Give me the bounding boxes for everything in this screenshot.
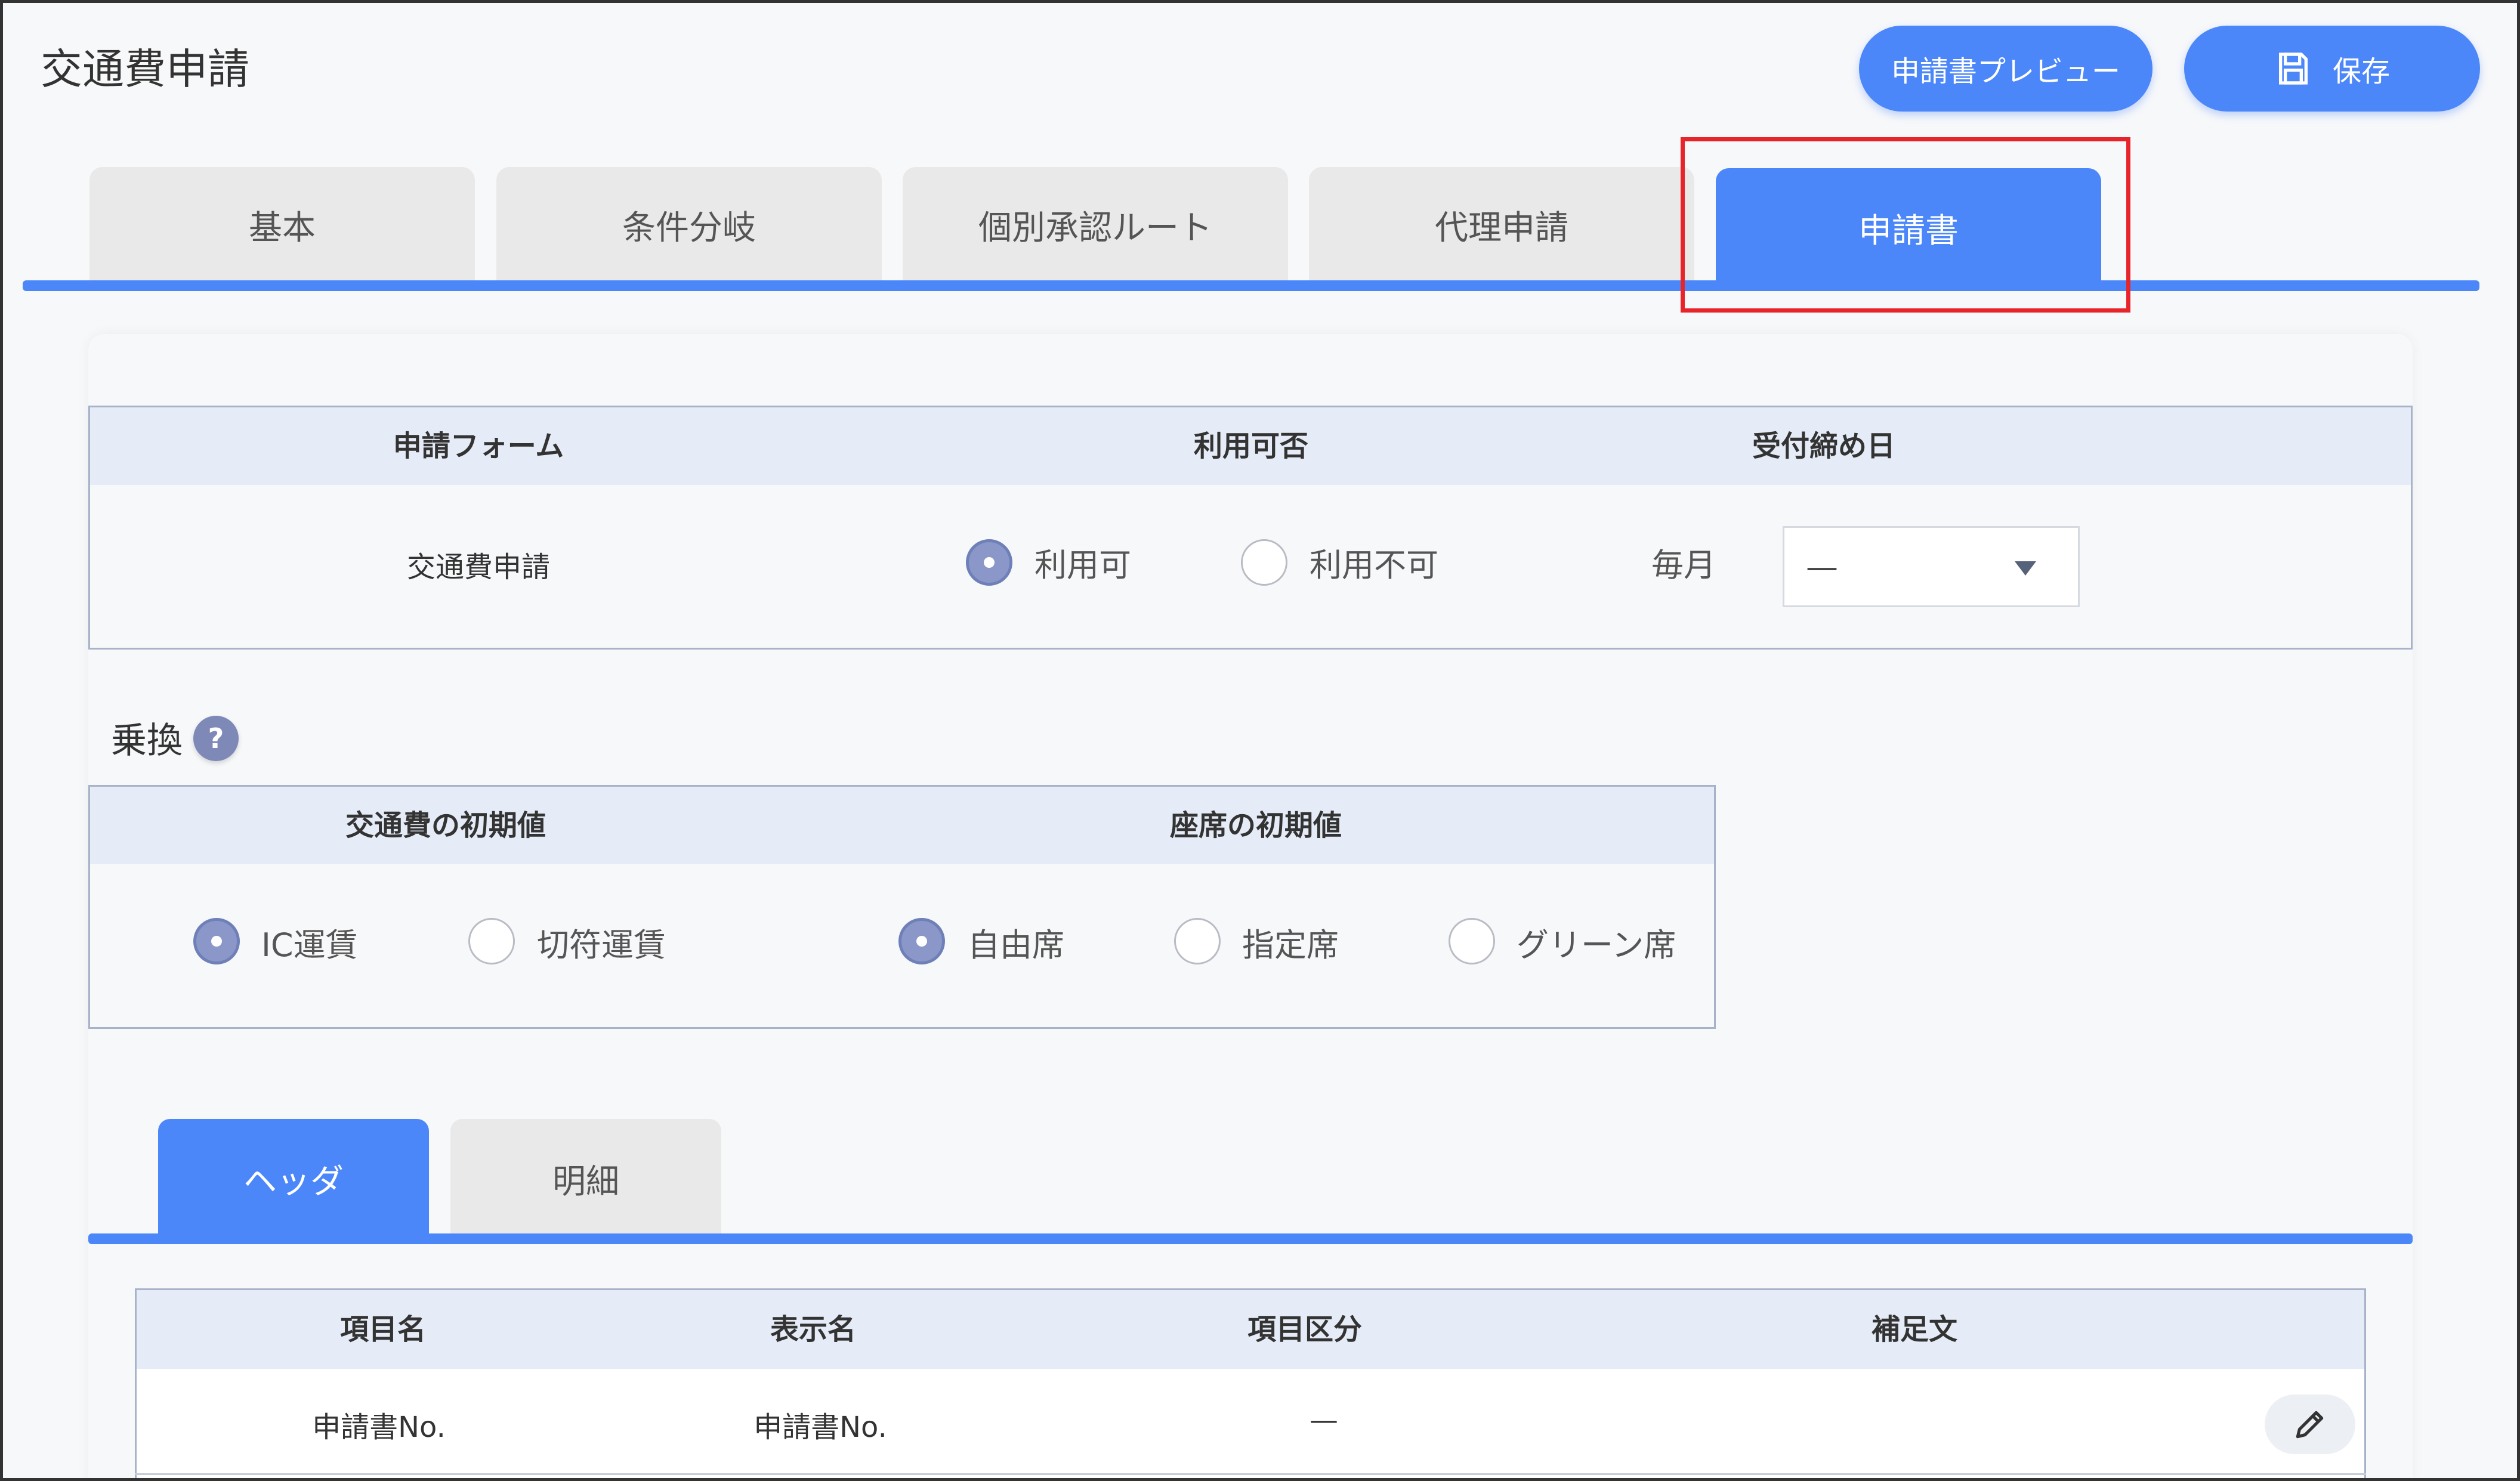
deadline-select-value: — (1806, 548, 1838, 586)
pencil-icon (2296, 1411, 2324, 1439)
radio-non-reserved-seat-label: 自由席 (968, 926, 1064, 964)
radio-green-seat-label: グリーン席 (1517, 926, 1676, 964)
section-title-transfer: 乗換 (111, 720, 183, 762)
radio-non-reserved-seat[interactable] (898, 918, 945, 964)
header-display-name: 表示名 (770, 1313, 857, 1346)
radio-ticket-fare-label: 切符運賃 (537, 926, 666, 964)
preview-button[interactable]: 申請書プレビュー (1859, 26, 2152, 112)
header-seat-default: 座席の初期値 (1169, 809, 1342, 842)
radio-reserved-seat[interactable] (1174, 918, 1221, 964)
header-category: 項目区分 (1247, 1313, 1363, 1346)
items-table: 項目名 表示名 項目区分 補足文 申請書No. 申請書No. — (135, 1288, 2366, 1481)
row-category: — (1310, 1403, 1338, 1437)
save-button[interactable]: 保存 (2184, 26, 2480, 112)
header-availability: 利用可否 (1193, 429, 1309, 463)
save-button-label: 保存 (2332, 55, 2390, 88)
highlight-annotation (1681, 137, 2130, 313)
radio-reserved-seat-label: 指定席 (1242, 926, 1339, 964)
tab-basic[interactable]: 基本 (89, 167, 475, 283)
tab-proxy-application[interactable]: 代理申請 (1309, 167, 1694, 283)
header-item-name: 項目名 (339, 1313, 427, 1346)
help-icon[interactable]: ? (193, 716, 239, 761)
row-display-name: 申請書No. (753, 1411, 887, 1444)
page-title: 交通費申請 (41, 45, 249, 94)
deadline-select[interactable]: — (1783, 526, 2080, 607)
form-name: 交通費申請 (406, 551, 551, 584)
floppy-disk-icon (2278, 52, 2308, 85)
radio-ic-fare-label: IC運賃 (261, 926, 358, 964)
row-item-name: 申請書No. (312, 1411, 446, 1444)
subtabs-underline (88, 1233, 2413, 1244)
form-table-header: 申請フォーム 利用可否 受付締め日 (90, 407, 2411, 485)
radio-available[interactable] (966, 539, 1012, 586)
radio-available-label: 利用可 (1034, 546, 1131, 584)
radio-ticket-fare[interactable] (468, 918, 515, 964)
edit-button[interactable] (2265, 1395, 2355, 1454)
header-form: 申請フォーム (393, 429, 564, 463)
header-note: 補足文 (1871, 1313, 1958, 1346)
deadline-prefix: 毎月 (1651, 546, 1716, 584)
radio-unavailable-label: 利用不可 (1310, 546, 1438, 584)
radio-ic-fare[interactable] (193, 918, 240, 964)
chevron-down-icon (2015, 561, 2036, 576)
row-divider (135, 1473, 2366, 1475)
subtab-header[interactable]: ヘッダ (158, 1119, 429, 1238)
header-deadline: 受付締め日 (1752, 429, 1896, 463)
tab-individual-approval-route[interactable]: 個別承認ルート (903, 167, 1288, 283)
transfer-table-header: 交通費の初期値 座席の初期値 (90, 787, 1714, 864)
radio-green-seat[interactable] (1449, 918, 1495, 964)
header-fare-default: 交通費の初期値 (345, 809, 546, 842)
subtab-detail[interactable]: 明細 (450, 1119, 721, 1238)
radio-unavailable[interactable] (1241, 539, 1287, 586)
transfer-table: 交通費の初期値 座席の初期値 (88, 785, 1716, 1029)
tab-condition-branch[interactable]: 条件分岐 (496, 167, 882, 283)
items-table-header: 項目名 表示名 項目区分 補足文 (137, 1290, 2364, 1369)
